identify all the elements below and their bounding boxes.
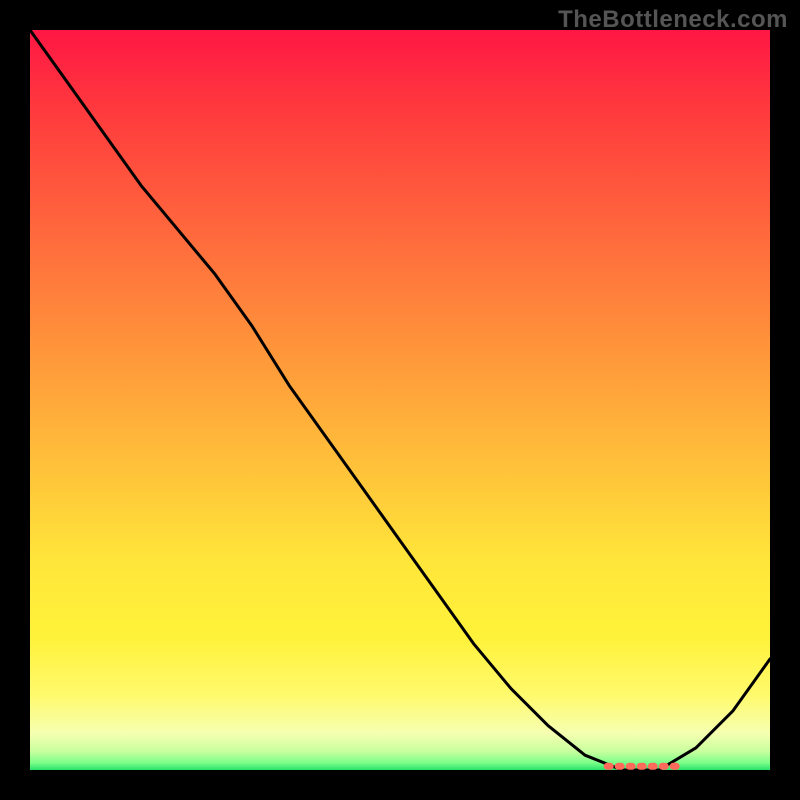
watermark-text: TheBottleneck.com <box>558 6 788 34</box>
chart-container: TheBottleneck.com <box>0 0 800 800</box>
chart-svg <box>30 30 770 770</box>
gradient-background <box>30 30 770 770</box>
plot-area <box>30 30 770 770</box>
